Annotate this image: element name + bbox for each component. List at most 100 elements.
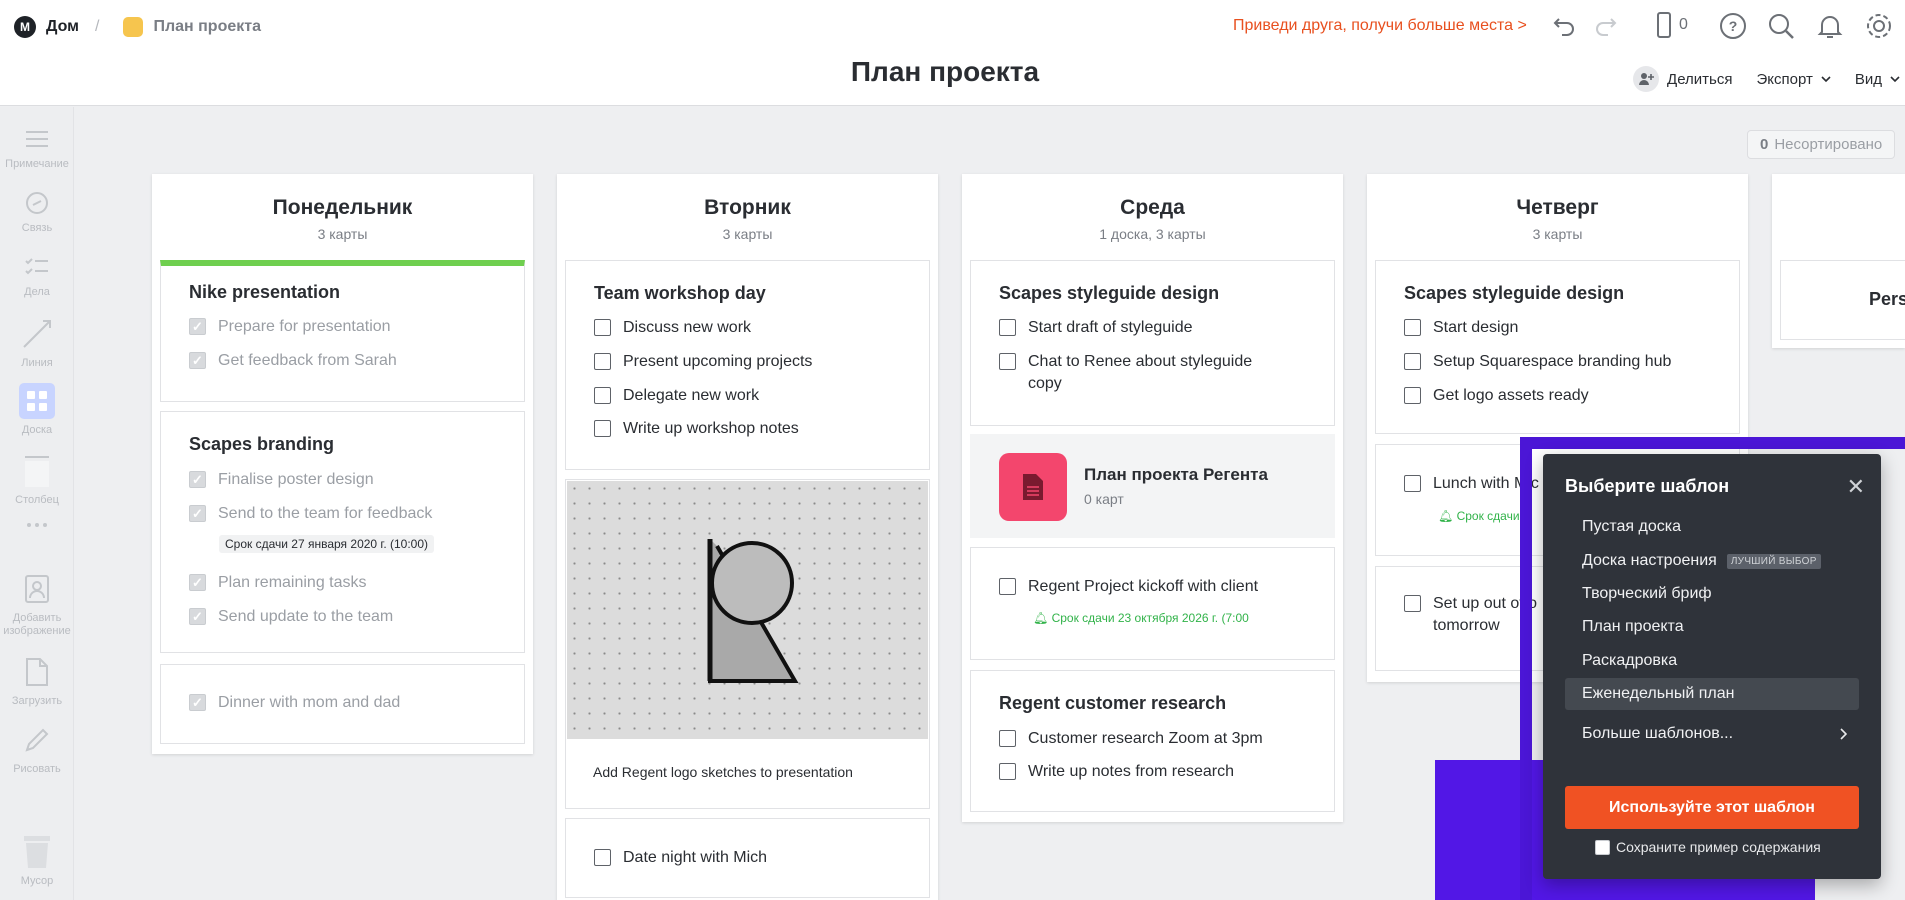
notifications-icon[interactable] xyxy=(1815,11,1845,41)
unsorted-button[interactable]: 0 Несортировано xyxy=(1747,130,1896,159)
column-tuesday[interactable]: Вторник 3 карты Team workshop day Discus… xyxy=(557,174,938,900)
checkbox[interactable] xyxy=(999,763,1016,780)
due-date-badge[interactable]: 🔔︎ Срок сдачи xyxy=(1432,507,1526,525)
task-label[interactable]: Send update to the team xyxy=(218,606,393,628)
task-label[interactable]: Send to the team for feedback xyxy=(218,503,432,525)
breadcrumb-current[interactable]: План проекта xyxy=(153,18,261,36)
task-label[interactable]: Write up notes from research xyxy=(1028,761,1234,783)
card-partial[interactable]: Pers xyxy=(1780,260,1905,340)
referral-link[interactable]: Приведи друга, получи больше места > xyxy=(1233,17,1527,35)
task-label[interactable]: Plan remaining tasks xyxy=(218,572,367,594)
checkbox[interactable] xyxy=(999,730,1016,747)
task-label[interactable]: Start draft of styleguide xyxy=(1028,317,1193,339)
card-title[interactable]: Team workshop day xyxy=(594,283,766,304)
task-label[interactable]: Dinner with mom and dad xyxy=(218,692,400,714)
template-option-storyboard[interactable]: Раскадровка xyxy=(1565,645,1859,677)
card-scapes-styleguide[interactable]: Scapes styleguide design Start draft of … xyxy=(970,260,1335,426)
checkbox[interactable] xyxy=(189,692,206,714)
checkbox[interactable] xyxy=(999,319,1016,336)
task-label[interactable]: Start design xyxy=(1433,317,1518,339)
tool-line[interactable]: Линия xyxy=(0,314,74,369)
task-label[interactable]: Date night with Mich xyxy=(623,847,767,869)
checkbox[interactable] xyxy=(594,387,611,404)
checkbox[interactable] xyxy=(1404,319,1421,336)
export-menu[interactable]: Экспорт xyxy=(1756,71,1831,88)
card-title[interactable]: Scapes styleguide design xyxy=(1404,283,1624,304)
task-label[interactable]: Write up workshop notes xyxy=(623,418,799,440)
template-option-blank[interactable]: Пустая доска xyxy=(1565,511,1859,543)
checkbox[interactable] xyxy=(1404,353,1421,370)
more-templates[interactable]: Больше шаблонов... xyxy=(1565,718,1859,750)
task-label[interactable]: Get feedback from Sarah xyxy=(218,350,397,372)
column-wednesday[interactable]: Среда 1 доска, 3 карты Scapes styleguide… xyxy=(962,174,1343,822)
device-count[interactable]: 0 xyxy=(1655,11,1688,39)
redo-icon[interactable] xyxy=(1592,11,1620,39)
keep-sample-checkbox[interactable] xyxy=(1595,839,1610,855)
close-icon[interactable]: ✕ xyxy=(1847,474,1865,500)
task-label[interactable]: Prepare for presentation xyxy=(218,316,391,338)
checkbox[interactable] xyxy=(1404,595,1421,612)
view-menu[interactable]: Вид xyxy=(1855,71,1900,88)
card-regent-kickoff[interactable]: Regent Project kickoff with client 🔔︎ Ср… xyxy=(970,547,1335,660)
image-caption[interactable]: Add Regent logo sketches to presentation xyxy=(593,764,853,780)
breadcrumb-home[interactable]: Дом xyxy=(46,18,79,36)
card-date-night[interactable]: Date night with Mich xyxy=(565,818,930,898)
logo-icon[interactable]: M xyxy=(14,16,36,38)
task-label[interactable]: Chat to Renee about styleguide copy xyxy=(1028,351,1289,395)
checkbox[interactable] xyxy=(999,353,1016,370)
task-label[interactable]: Get logo assets ready xyxy=(1433,385,1589,407)
checkbox[interactable] xyxy=(189,469,206,491)
column-partial[interactable]: Pers xyxy=(1772,174,1905,348)
checkbox[interactable] xyxy=(594,849,611,866)
task-label[interactable]: Present upcoming projects xyxy=(623,351,812,373)
card-title[interactable]: Scapes branding xyxy=(189,434,334,455)
card-team-workshop[interactable]: Team workshop day Discuss new work Prese… xyxy=(565,260,930,470)
due-date-badge[interactable]: 🔔︎ Срок сдачи 23 октября 2026 г. (7:00 xyxy=(1027,609,1255,627)
checkbox[interactable] xyxy=(999,578,1016,595)
template-option-creative-brief[interactable]: Творческий бриф xyxy=(1565,578,1859,610)
tool-board[interactable]: Доска xyxy=(0,381,74,436)
keep-sample-option[interactable]: Сохраните пример содержания xyxy=(1595,839,1821,855)
template-option-project-plan[interactable]: План проекта xyxy=(1565,611,1859,643)
checkbox[interactable] xyxy=(594,319,611,336)
checkbox[interactable] xyxy=(189,606,206,628)
template-option-weekly-plan[interactable]: Еженедельный план xyxy=(1565,678,1859,710)
trash[interactable]: Мусор xyxy=(0,832,74,887)
help-icon[interactable]: ? xyxy=(1718,11,1748,41)
checkbox[interactable] xyxy=(189,350,206,372)
task-label[interactable]: Finalise poster design xyxy=(218,469,374,491)
task-label[interactable]: Discuss new work xyxy=(623,317,751,339)
share-button[interactable]: Делиться xyxy=(1633,66,1732,92)
task-label[interactable]: Customer research Zoom at 3pm xyxy=(1028,728,1263,750)
card-regent-research[interactable]: Regent customer research Customer resear… xyxy=(970,670,1335,812)
checkbox[interactable] xyxy=(1404,387,1421,404)
card-scapes-branding[interactable]: Scapes branding Finalise poster design S… xyxy=(160,411,525,653)
task-label[interactable]: Setup Squarespace branding hub xyxy=(1433,351,1671,373)
card-title[interactable]: Pers xyxy=(1869,289,1905,310)
tool-todo[interactable]: Дела xyxy=(0,251,74,298)
card-title[interactable]: Regent customer research xyxy=(999,693,1226,714)
checkbox[interactable] xyxy=(1404,475,1421,492)
tool-upload[interactable]: Загрузить xyxy=(0,652,74,707)
tool-more[interactable] xyxy=(0,519,74,531)
template-option-moodboard[interactable]: Доска настроения ЛУЧШИЙ ВЫБОР xyxy=(1565,545,1859,577)
card-title[interactable]: Scapes styleguide design xyxy=(999,283,1219,304)
tool-draw[interactable]: Рисовать xyxy=(0,720,74,775)
due-date-badge[interactable]: Срок сдачи 27 января 2020 г. (10:00) xyxy=(219,535,435,553)
card-logo-sketch[interactable]: Add Regent logo sketches to presentation xyxy=(565,479,930,809)
settings-icon[interactable] xyxy=(1864,11,1894,41)
checkbox[interactable] xyxy=(189,572,206,594)
column-title[interactable]: Понедельник xyxy=(152,196,533,220)
column-title[interactable]: Среда xyxy=(962,196,1343,220)
column-title[interactable]: Вторник xyxy=(557,196,938,220)
sketch-image[interactable] xyxy=(567,481,928,739)
column-monday[interactable]: Понедельник 3 карты Nike presentation Pr… xyxy=(152,174,533,754)
checkbox[interactable] xyxy=(594,420,611,437)
card-title[interactable]: Nike presentation xyxy=(189,282,340,303)
page-title[interactable]: План проекта xyxy=(0,56,1890,88)
board-card-regent-plan[interactable]: План проекта Регента 0 карт xyxy=(970,434,1335,538)
board-title[interactable]: План проекта Регента xyxy=(1084,465,1268,485)
use-template-button[interactable]: Используйте этот шаблон xyxy=(1565,786,1859,829)
checkbox[interactable] xyxy=(594,353,611,370)
task-label[interactable]: Delegate new work xyxy=(623,385,759,407)
